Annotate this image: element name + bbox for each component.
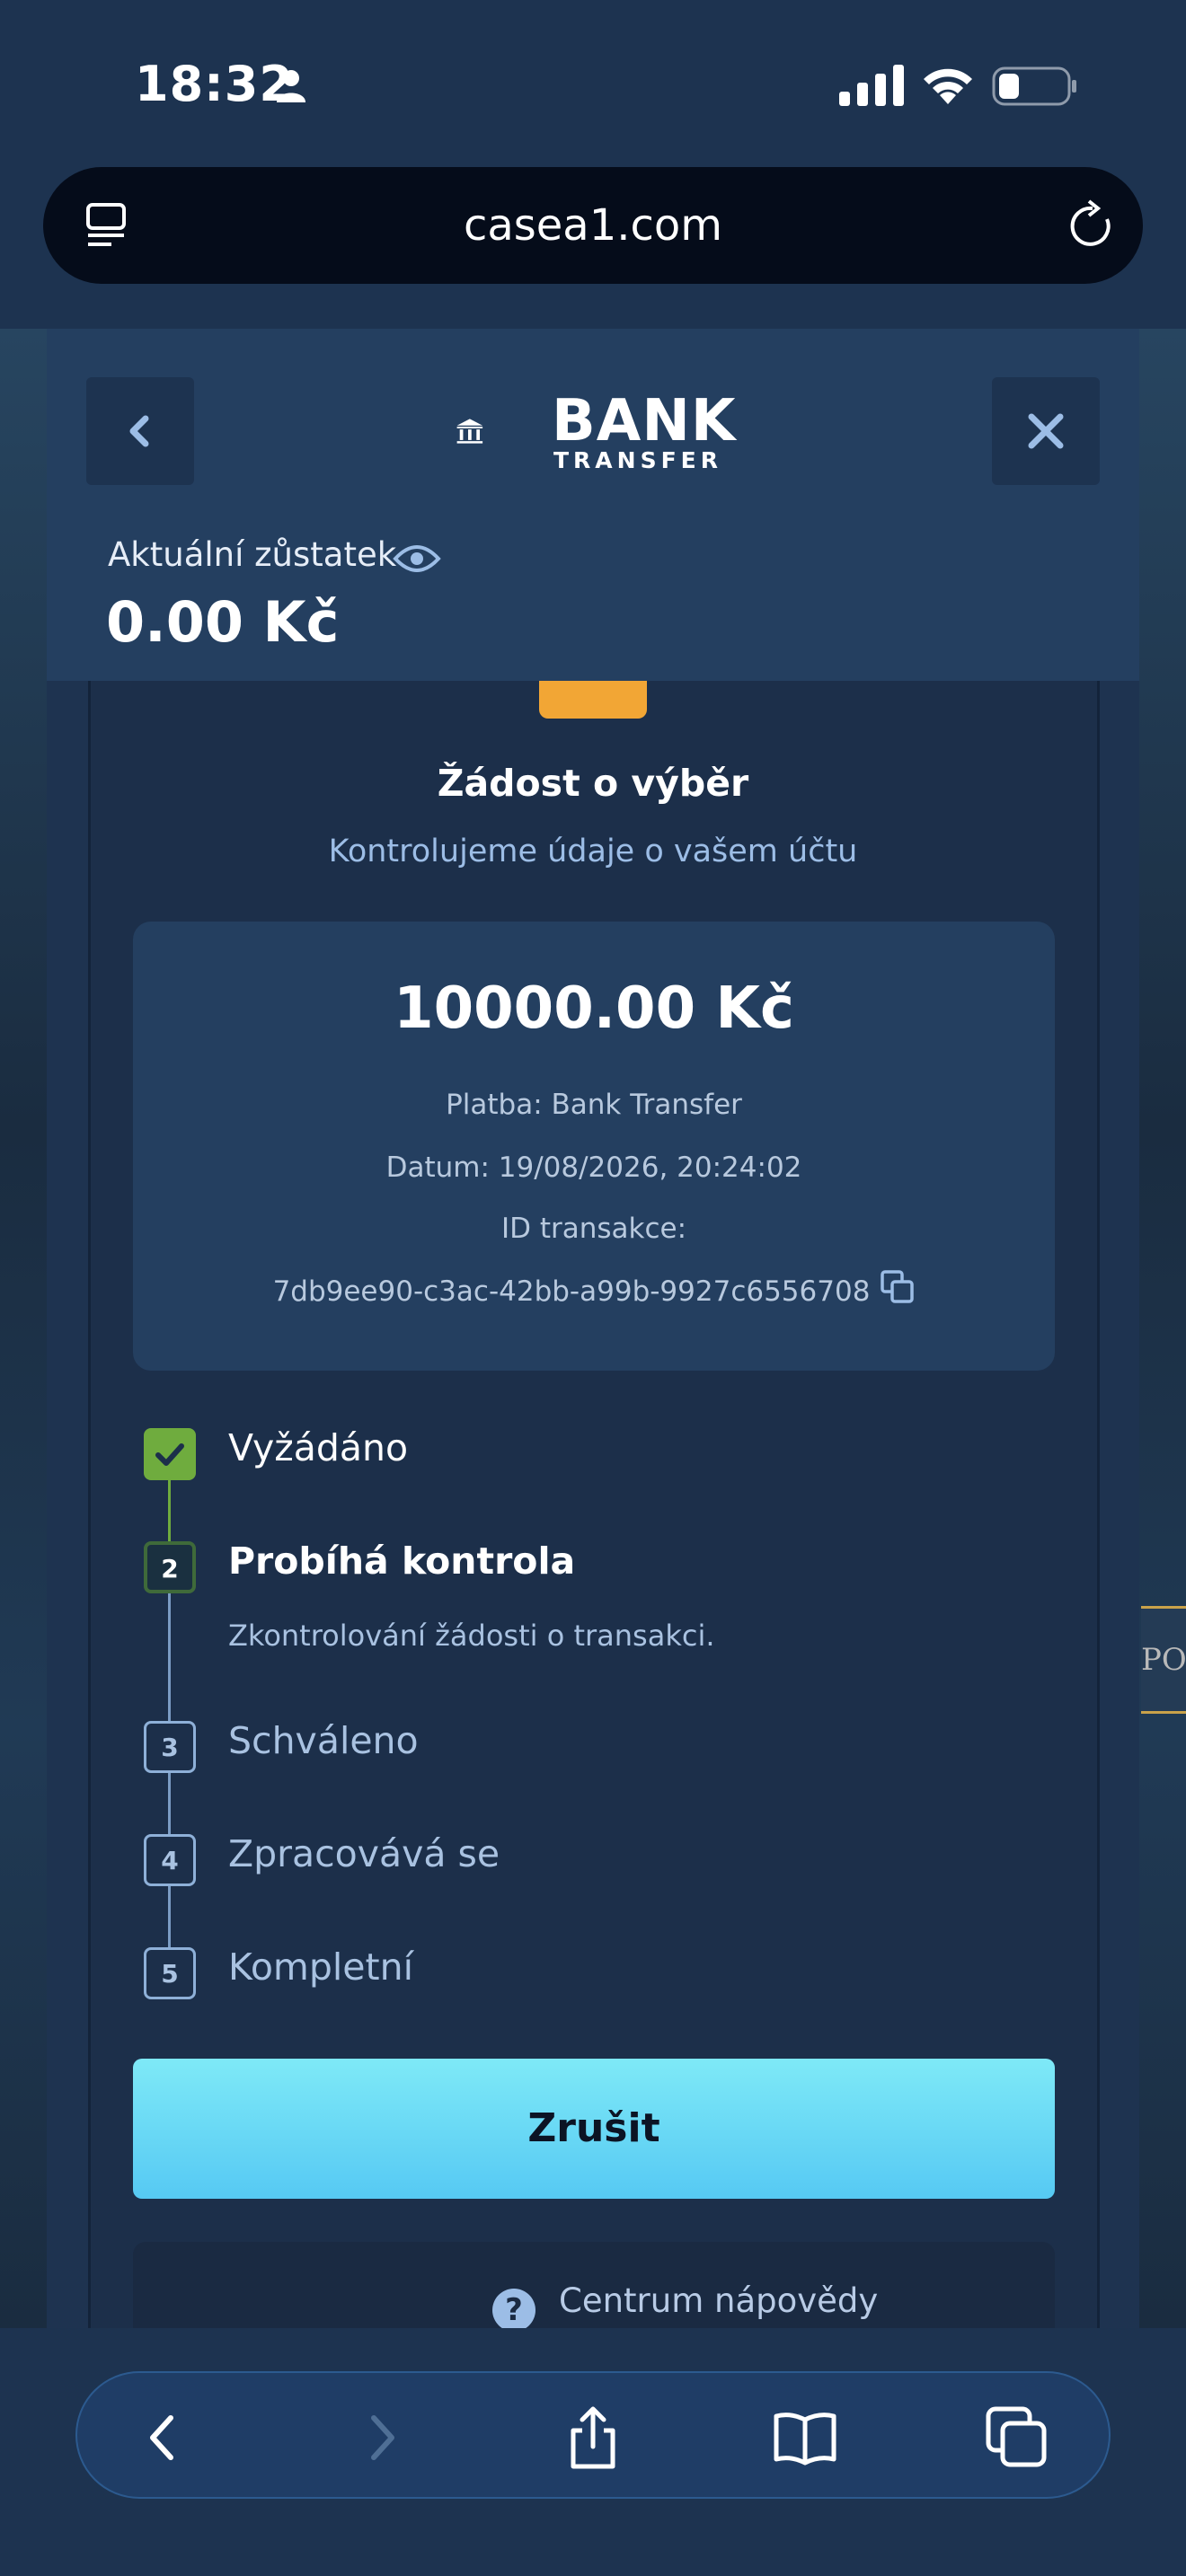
cancel-button[interactable]: Zrušit bbox=[133, 2059, 1055, 2199]
step-connector bbox=[168, 1480, 171, 1541]
close-icon bbox=[1028, 413, 1064, 449]
page-subtitle: Kontrolujeme údaje o vašem účtu bbox=[328, 834, 858, 869]
status-badge bbox=[539, 681, 647, 719]
step-connector bbox=[168, 1773, 171, 1834]
transaction-id-row: 7db9ee90-c3ac-42bb-a99b-9927c6556708 bbox=[133, 1270, 1055, 1308]
url-text[interactable]: casea1.com bbox=[43, 167, 1143, 284]
eye-icon[interactable] bbox=[392, 541, 442, 577]
balance-label: Aktuální zůstatek bbox=[108, 535, 397, 574]
step-2-label: Probíhá kontrola bbox=[228, 1539, 576, 1583]
transaction-card: 10000.00 Kč Platba: Bank Transfer Datum:… bbox=[133, 922, 1055, 1371]
transaction-date: Datum: 19/08/2026, 20:24:02 bbox=[385, 1151, 802, 1184]
status-time: 18:32 bbox=[135, 56, 294, 112]
chevron-left-icon bbox=[129, 415, 149, 447]
background-game-right bbox=[1139, 329, 1186, 2328]
transaction-id-label: ID transakce: bbox=[500, 1213, 687, 1245]
help-center-button[interactable]: ? Centrum nápovědy bbox=[133, 2242, 1055, 2328]
step-3-label: Schváleno bbox=[228, 1719, 419, 1762]
transaction-id-value: 7db9ee90-c3ac-42bb-a99b-9927c6556708 bbox=[272, 1275, 871, 1308]
bookmarks-icon[interactable] bbox=[773, 2405, 837, 2470]
bank-icon bbox=[456, 419, 483, 444]
withdrawal-modal: BANK TRANSFER Aktuální zůstatek 0.00 Kč … bbox=[47, 329, 1139, 2328]
step-1-label: Vyžádáno bbox=[228, 1426, 409, 1469]
back-button[interactable] bbox=[86, 377, 194, 485]
step-connector bbox=[168, 1886, 171, 1947]
forward-icon[interactable] bbox=[349, 2405, 413, 2470]
close-button[interactable] bbox=[992, 377, 1100, 485]
step-2-description: Zkontrolování žádosti o transakci. bbox=[228, 1619, 715, 1653]
address-bar[interactable]: casea1.com bbox=[43, 167, 1143, 284]
help-icon: ? bbox=[492, 2289, 535, 2328]
step-3-number: 3 bbox=[144, 1721, 196, 1773]
logo-transfer-text: TRANSFER bbox=[553, 447, 722, 473]
balance-value: 0.00 Kč bbox=[106, 589, 340, 655]
signal-icon bbox=[839, 65, 904, 106]
reload-icon[interactable] bbox=[1067, 199, 1118, 251]
background-game-left bbox=[0, 329, 47, 2328]
step-connector bbox=[168, 1593, 171, 1721]
wifi-icon bbox=[924, 68, 972, 104]
step-4-number: 4 bbox=[144, 1834, 196, 1886]
step-4-label: Zpracovává se bbox=[228, 1832, 500, 1875]
checkmark-icon bbox=[155, 1443, 184, 1466]
page-title: Žádost o výběr bbox=[437, 762, 749, 805]
person-icon bbox=[277, 70, 305, 102]
logo-bank-text: BANK bbox=[552, 388, 737, 454]
step-5-label: Kompletní bbox=[228, 1945, 413, 1989]
step-1-check bbox=[144, 1428, 196, 1480]
help-center-label: Centrum nápovědy bbox=[559, 2281, 879, 2320]
back-icon[interactable] bbox=[131, 2405, 196, 2470]
tabs-icon[interactable] bbox=[985, 2405, 1049, 2470]
battery-icon bbox=[992, 66, 1076, 106]
share-icon[interactable] bbox=[561, 2405, 625, 2470]
background-side-text: PO bbox=[1141, 1606, 1186, 1714]
step-2-number: 2 bbox=[144, 1541, 196, 1593]
transaction-amount: 10000.00 Kč bbox=[394, 975, 794, 1042]
browser-toolbar bbox=[75, 2371, 1111, 2499]
copy-icon[interactable] bbox=[881, 1270, 915, 1304]
step-5-number: 5 bbox=[144, 1947, 196, 1999]
payment-method: Platba: Bank Transfer bbox=[446, 1089, 742, 1121]
